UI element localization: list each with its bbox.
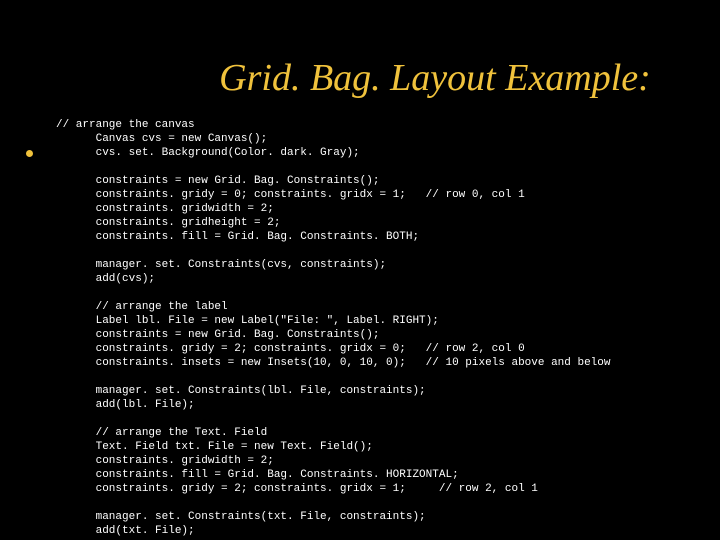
code-line: Canvas cvs = new Canvas(); <box>56 133 267 145</box>
code-line: manager. set. Constraints(txt. File, con… <box>56 511 426 523</box>
code-line: add(lbl. File); <box>56 399 195 411</box>
code-line: manager. set. Constraints(lbl. File, con… <box>56 385 426 397</box>
code-line: Label lbl. File = new Label("File: ", La… <box>56 315 439 327</box>
code-block: // arrange the canvas Canvas cvs = new C… <box>56 104 720 538</box>
code-line: // arrange the label <box>56 301 228 313</box>
slide-title: Grid. Bag. Layout Example: <box>150 0 720 104</box>
code-line: constraints. gridheight = 2; <box>56 217 280 229</box>
code-line: manager. set. Constraints(cvs, constrain… <box>56 259 386 271</box>
code-line: // arrange the canvas <box>56 119 195 131</box>
code-line: constraints. fill = Grid. Bag. Constrain… <box>56 231 419 243</box>
code-line: constraints = new Grid. Bag. Constraints… <box>56 175 379 187</box>
code-line: constraints. fill = Grid. Bag. Constrain… <box>56 469 459 481</box>
code-line: cvs. set. Background(Color. dark. Gray); <box>56 147 360 159</box>
code-line: constraints. gridwidth = 2; <box>56 455 274 467</box>
code-line: constraints. insets = new Insets(10, 0, … <box>56 357 611 369</box>
code-line: // arrange the Text. Field <box>56 427 267 439</box>
bullet-icon <box>26 150 33 157</box>
code-line: constraints = new Grid. Bag. Constraints… <box>56 329 379 341</box>
code-line: add(cvs); <box>56 273 155 285</box>
slide: Grid. Bag. Layout Example: // arrange th… <box>0 0 720 540</box>
code-line: constraints. gridy = 2; constraints. gri… <box>56 343 525 355</box>
code-line: add(txt. File); <box>56 525 195 537</box>
code-line: constraints. gridy = 2; constraints. gri… <box>56 483 538 495</box>
code-line: Text. Field txt. File = new Text. Field(… <box>56 441 373 453</box>
code-line: constraints. gridy = 0; constraints. gri… <box>56 189 525 201</box>
code-line: constraints. gridwidth = 2; <box>56 203 274 215</box>
